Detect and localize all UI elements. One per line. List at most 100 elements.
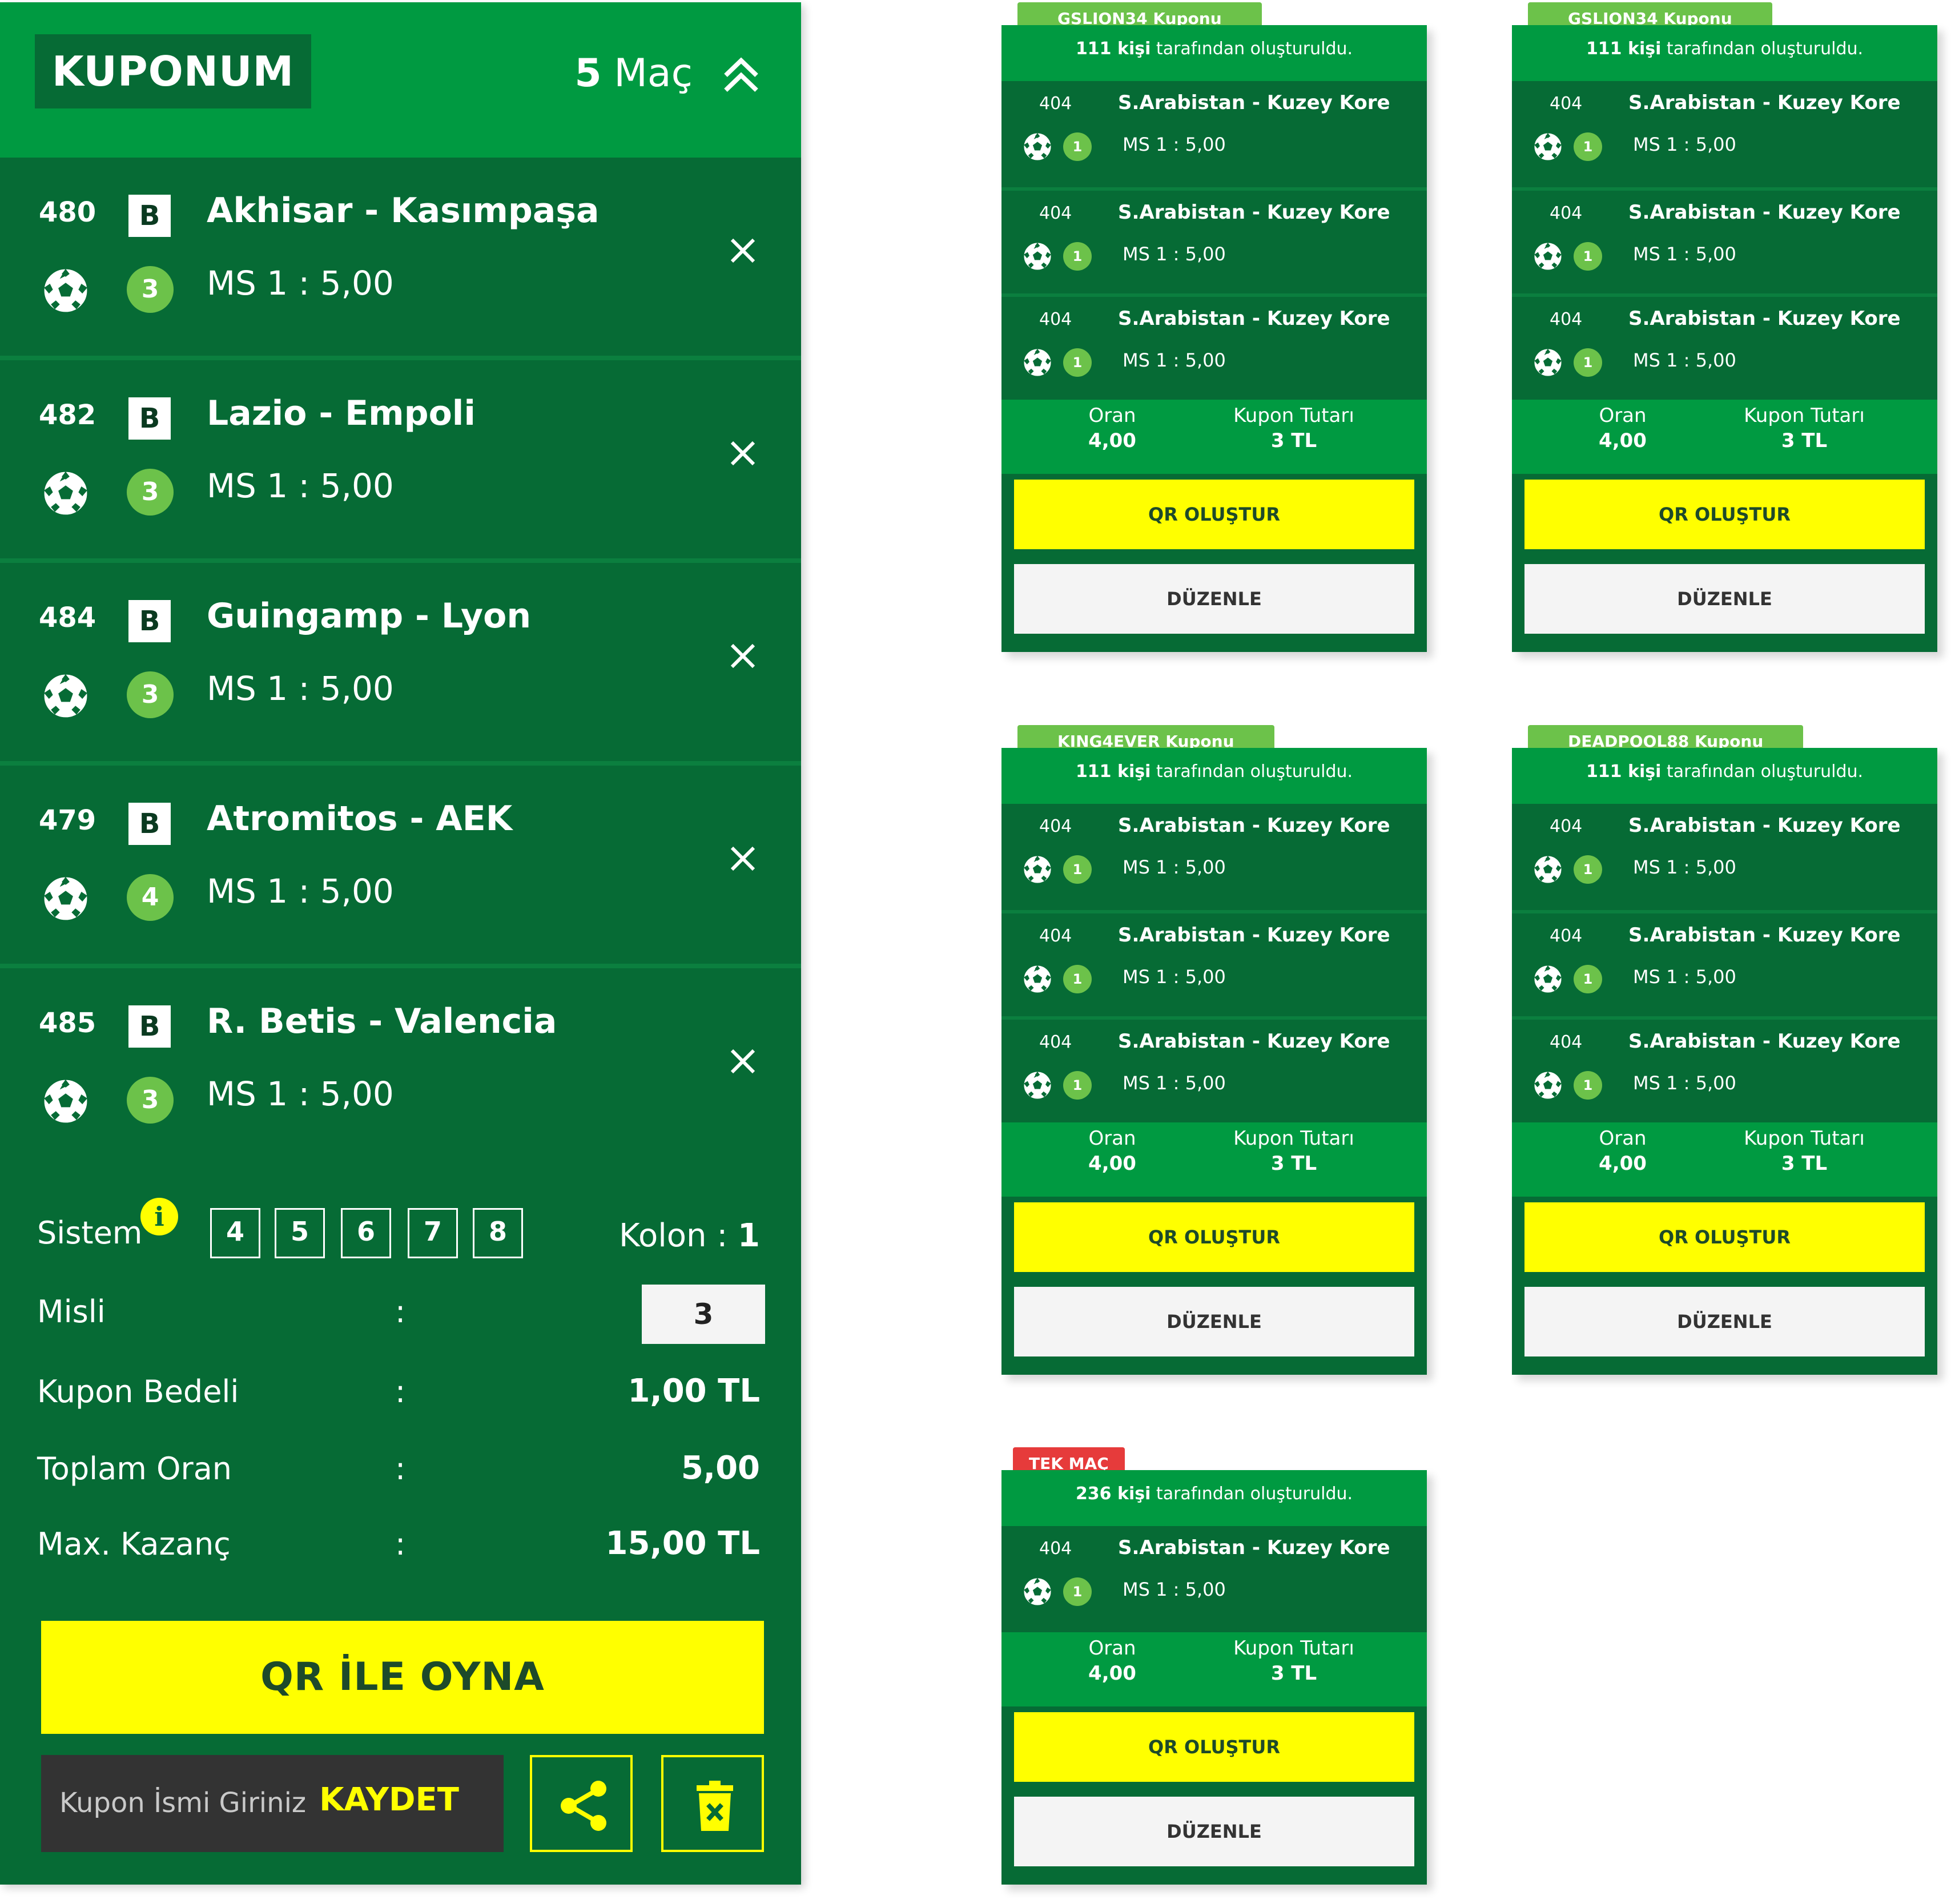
system-option[interactable]: 7 (408, 1208, 458, 1258)
card-match-row: 404 S.Arabistan - Kuzey Kore 1 MS 1 : 5,… (1001, 293, 1427, 400)
creator-count-text: tarafından oluşturuldu. (1151, 39, 1353, 59)
pick-badge: 1 (1063, 348, 1092, 377)
oran-block: Oran 4,00 (1531, 400, 1714, 452)
edit-button[interactable]: DÜZENLE (1014, 1287, 1414, 1356)
qr-create-button[interactable]: QR OLUŞTUR (1014, 1202, 1414, 1272)
match-code: 404 (1550, 309, 1583, 329)
odd-value: MS 1 : 5,00 (207, 1074, 394, 1113)
card-match-row: 404 S.Arabistan - Kuzey Kore 1 MS 1 : 5,… (1512, 81, 1937, 187)
bedel-label: Kupon Bedeli (37, 1374, 239, 1410)
collapse-chevron-icon[interactable] (721, 55, 761, 95)
oran-block: Oran 4,00 (1021, 1632, 1204, 1685)
match-code: 404 (1039, 203, 1072, 223)
system-option[interactable]: 5 (275, 1208, 325, 1258)
oran-block: Oran 4,00 (1021, 1122, 1204, 1175)
match-code: 479 (39, 804, 96, 836)
odd-value: MS 1 : 5,00 (1633, 856, 1736, 878)
remove-icon[interactable] (725, 841, 761, 876)
edit-button[interactable]: DÜZENLE (1014, 1797, 1414, 1866)
match-name: S.Arabistan - Kuzey Kore (1118, 924, 1390, 947)
match-name: Lazio - Empoli (207, 393, 476, 433)
creator-count-number: 111 kişi (1586, 39, 1662, 59)
edit-button[interactable]: DÜZENLE (1524, 1287, 1925, 1356)
tutar-block: Kupon Tutarı 3 TL (1202, 1122, 1385, 1175)
card-match-row: 404 S.Arabistan - Kuzey Kore 1 MS 1 : 5,… (1512, 804, 1937, 910)
kolon-info: Kolon : 1 (619, 1217, 760, 1254)
football-icon (1022, 854, 1053, 885)
system-option[interactable]: 4 (210, 1208, 260, 1258)
qr-create-button[interactable]: QR OLUŞTUR (1014, 480, 1414, 549)
coupon-name-field[interactable]: Kupon İsmi Giriniz KAYDET (41, 1755, 504, 1852)
delete-button[interactable] (661, 1755, 764, 1852)
odd-value: MS 1 : 5,00 (1123, 349, 1226, 371)
remove-icon[interactable] (725, 638, 761, 674)
save-button[interactable]: KAYDET (319, 1781, 459, 1818)
match-code: 404 (1039, 94, 1072, 114)
tutar-label: Kupon Tutarı (1744, 1127, 1865, 1150)
colon: : (395, 1374, 406, 1410)
tutar-value: 3 TL (1270, 1152, 1317, 1175)
remove-icon[interactable] (725, 1044, 761, 1079)
card-match-row: 404 S.Arabistan - Kuzey Kore 1 MS 1 : 5,… (1001, 1016, 1427, 1122)
edit-button[interactable]: DÜZENLE (1524, 564, 1925, 634)
football-icon (1532, 131, 1563, 162)
odd-value: MS 1 : 5,00 (1123, 134, 1226, 155)
qr-create-button[interactable]: QR OLUŞTUR (1014, 1712, 1414, 1782)
creator-count-text: tarafından oluşturuldu. (1151, 762, 1353, 782)
qr-create-button[interactable]: QR OLUŞTUR (1524, 480, 1925, 549)
system-option[interactable]: 8 (473, 1208, 523, 1258)
match-code: 404 (1039, 926, 1072, 946)
pick-badge: 1 (1063, 1071, 1092, 1100)
pick-badge: 1 (1063, 242, 1092, 271)
creator-count: 111 kişi tarafından oluşturuldu. (1512, 39, 1937, 59)
bet-type-badge: B (128, 600, 171, 642)
creator-count: 236 kişi tarafından oluşturuldu. (1001, 1484, 1427, 1504)
misli-input[interactable]: 3 (642, 1285, 765, 1344)
tutar-label: Kupon Tutarı (1744, 404, 1865, 427)
odd-value: MS 1 : 5,00 (207, 669, 394, 708)
shared-coupon-card: TEK MAÇ 236 kişi tarafından oluşturuldu. … (1001, 1447, 1427, 1885)
oran-label: Oran (1599, 1127, 1647, 1150)
match-name: S.Arabistan - Kuzey Kore (1118, 307, 1390, 330)
tutar-label: Kupon Tutarı (1233, 404, 1354, 427)
football-icon (41, 266, 90, 315)
odd-value: MS 1 : 5,00 (1633, 349, 1736, 371)
odd-value: MS 1 : 5,00 (1123, 966, 1226, 988)
share-button[interactable] (530, 1755, 633, 1852)
oran-label: Oran (1088, 404, 1136, 427)
bet-type-badge: B (128, 803, 171, 845)
creator-count-number: 111 kişi (1075, 762, 1151, 782)
football-icon (1532, 854, 1563, 885)
system-option[interactable]: 6 (341, 1208, 391, 1258)
qr-create-button[interactable]: QR OLUŞTUR (1524, 1202, 1925, 1272)
match-name: S.Arabistan - Kuzey Kore (1118, 91, 1390, 114)
match-count[interactable]: 5 Maç (574, 42, 693, 105)
match-code: 404 (1039, 1032, 1072, 1052)
card-match-row: 404 S.Arabistan - Kuzey Kore 1 MS 1 : 5,… (1512, 187, 1937, 293)
info-icon[interactable]: i (140, 1198, 178, 1235)
tutar-value: 3 TL (1781, 1152, 1828, 1175)
card-header: 111 kişi tarafından oluşturuldu. (1512, 748, 1937, 804)
pick-badge: 1 (1063, 132, 1092, 161)
remove-icon[interactable] (725, 436, 761, 471)
oran-value: 4,00 (1088, 429, 1136, 452)
slip-row: 484 B Guingamp - Lyon 3 MS 1 : 5,00 (0, 558, 801, 756)
remove-icon[interactable] (725, 233, 761, 268)
card-match-row: 404 S.Arabistan - Kuzey Kore 1 MS 1 : 5,… (1001, 910, 1427, 1016)
creator-count: 111 kişi tarafından oluşturuldu. (1512, 762, 1937, 782)
qr-play-button[interactable]: QR İLE OYNA (41, 1621, 764, 1734)
pick-badge: 1 (1574, 855, 1602, 884)
creator-count: 111 kişi tarafından oluşturuldu. (1001, 39, 1427, 59)
oran-label: Oran (1088, 1637, 1136, 1660)
shared-coupon-card: DEADPOOL88 Kuponu 111 kişi tarafından olu… (1512, 725, 1937, 1375)
odd-value: MS 1 : 5,00 (1123, 243, 1226, 265)
football-icon (41, 874, 90, 923)
trash-icon (697, 1781, 733, 1831)
creator-count-number: 236 kişi (1075, 1484, 1151, 1504)
match-name: Guingamp - Lyon (207, 596, 532, 636)
edit-button[interactable]: DÜZENLE (1014, 564, 1414, 634)
colon: : (395, 1451, 406, 1487)
match-name: S.Arabistan - Kuzey Kore (1118, 1030, 1390, 1053)
pick-badge: 3 (127, 1077, 174, 1124)
match-count-label: Maç (614, 51, 693, 96)
